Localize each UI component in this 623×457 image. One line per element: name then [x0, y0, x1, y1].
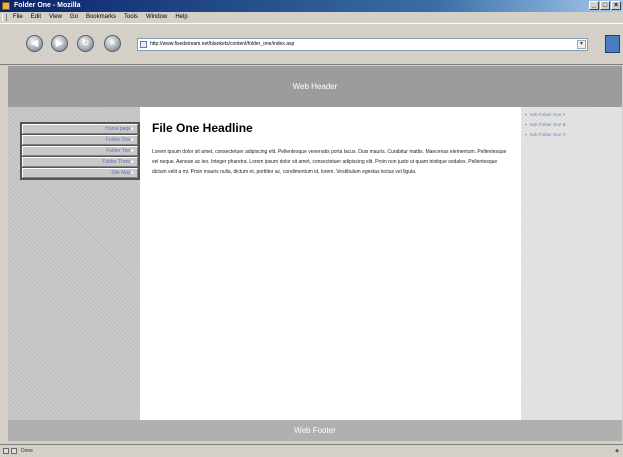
left-column: Home page ► Folder One ► Folder Two ► Folde… [8, 107, 140, 420]
menu-go[interactable]: Go [66, 12, 82, 23]
back-icon[interactable]: ◀ [26, 35, 43, 52]
nav-item-folder-three[interactable]: Folder Three ► [22, 157, 138, 167]
menu-bar: File Edit View Go Bookmarks Tools Window… [0, 12, 623, 23]
url-dropdown-icon[interactable]: ▾ [577, 40, 586, 49]
nav-item-home-page[interactable]: Home page ► [22, 124, 138, 134]
chevron-right-icon: ► [130, 170, 135, 176]
main-content: File One Headline Lorem ipsum dolor sit … [140, 107, 521, 420]
menu-bookmarks[interactable]: Bookmarks [82, 12, 120, 23]
chevron-right-icon: ► [130, 126, 135, 132]
mozilla-app-icon [2, 2, 10, 10]
menu-view[interactable]: View [45, 12, 66, 23]
status-text: Done [21, 448, 33, 454]
status-bar: Done ◈ [0, 444, 623, 457]
forward-icon[interactable]: ▶ [51, 35, 68, 52]
page-viewport: Web Header Home page ► Folder One ► Folder… [8, 66, 622, 441]
minimize-button[interactable]: _ [589, 1, 599, 10]
nav-item-label: Folder Two [106, 148, 131, 154]
page-headline: File One Headline [152, 121, 253, 135]
maximize-button[interactable]: □ [600, 1, 610, 10]
nav-item-label: Folder One [105, 137, 131, 143]
nav-item-label: Site Map [111, 170, 131, 176]
mozilla-throbber-icon[interactable] [605, 35, 620, 53]
body-text: Lorem ipsum dolor sit amet, consectetuer… [152, 149, 507, 175]
address-bar[interactable]: http://www.fixedstream.net/blankets/cont… [137, 38, 588, 51]
security-indicator-icon: ◈ [615, 448, 619, 454]
url-text: http://www.fixedstream.net/blankets/cont… [150, 41, 295, 47]
menu-grip [2, 14, 7, 21]
component-bar-icon[interactable] [11, 448, 17, 454]
window-controls: _ □ × [589, 1, 621, 10]
menu-tools[interactable]: Tools [120, 12, 142, 23]
nav-item-folder-two[interactable]: Folder Two ► [22, 146, 138, 156]
window-title-bar: Folder One - Mozilla _ □ × [0, 0, 623, 12]
offline-icon[interactable] [3, 448, 9, 454]
web-header: Web Header [8, 66, 622, 107]
right-column: Sub Folder One A Sub Folder One B Sub Fo… [521, 107, 622, 420]
menu-help[interactable]: Help [171, 12, 191, 23]
stop-icon[interactable]: × [104, 35, 121, 52]
close-button[interactable]: × [611, 1, 621, 10]
navigation-toolbar: ◀ ▶ ↻ × http://www.fixedstream.net/blank… [0, 23, 623, 65]
chevron-right-icon: ► [130, 148, 135, 154]
sub-folder-link-b[interactable]: Sub Folder One B [525, 120, 566, 130]
sub-folder-link-c[interactable]: Sub Folder One C [525, 130, 566, 140]
nav-item-site-map[interactable]: Site Map ► [22, 168, 138, 178]
left-navigation: Home page ► Folder One ► Folder Two ► Folde… [20, 122, 140, 180]
nav-item-folder-one[interactable]: Folder One ► [22, 135, 138, 145]
menu-edit[interactable]: Edit [27, 12, 45, 23]
menu-file[interactable]: File [9, 12, 27, 23]
chevron-right-icon: ► [130, 137, 135, 143]
nav-item-label: Folder Three [102, 159, 131, 165]
chevron-right-icon: ► [130, 159, 135, 165]
menu-window[interactable]: Window [142, 12, 171, 23]
sub-folder-link-a[interactable]: Sub Folder One A [525, 110, 566, 120]
nav-item-label: Home page [105, 126, 131, 132]
page-favicon-icon [140, 41, 147, 48]
web-footer: Web Footer [8, 420, 622, 441]
window-title: Folder One - Mozilla [14, 2, 81, 9]
sub-folder-links: Sub Folder One A Sub Folder One B Sub Fo… [525, 110, 566, 140]
sidebar-strip [0, 65, 8, 443]
reload-icon[interactable]: ↻ [77, 35, 94, 52]
